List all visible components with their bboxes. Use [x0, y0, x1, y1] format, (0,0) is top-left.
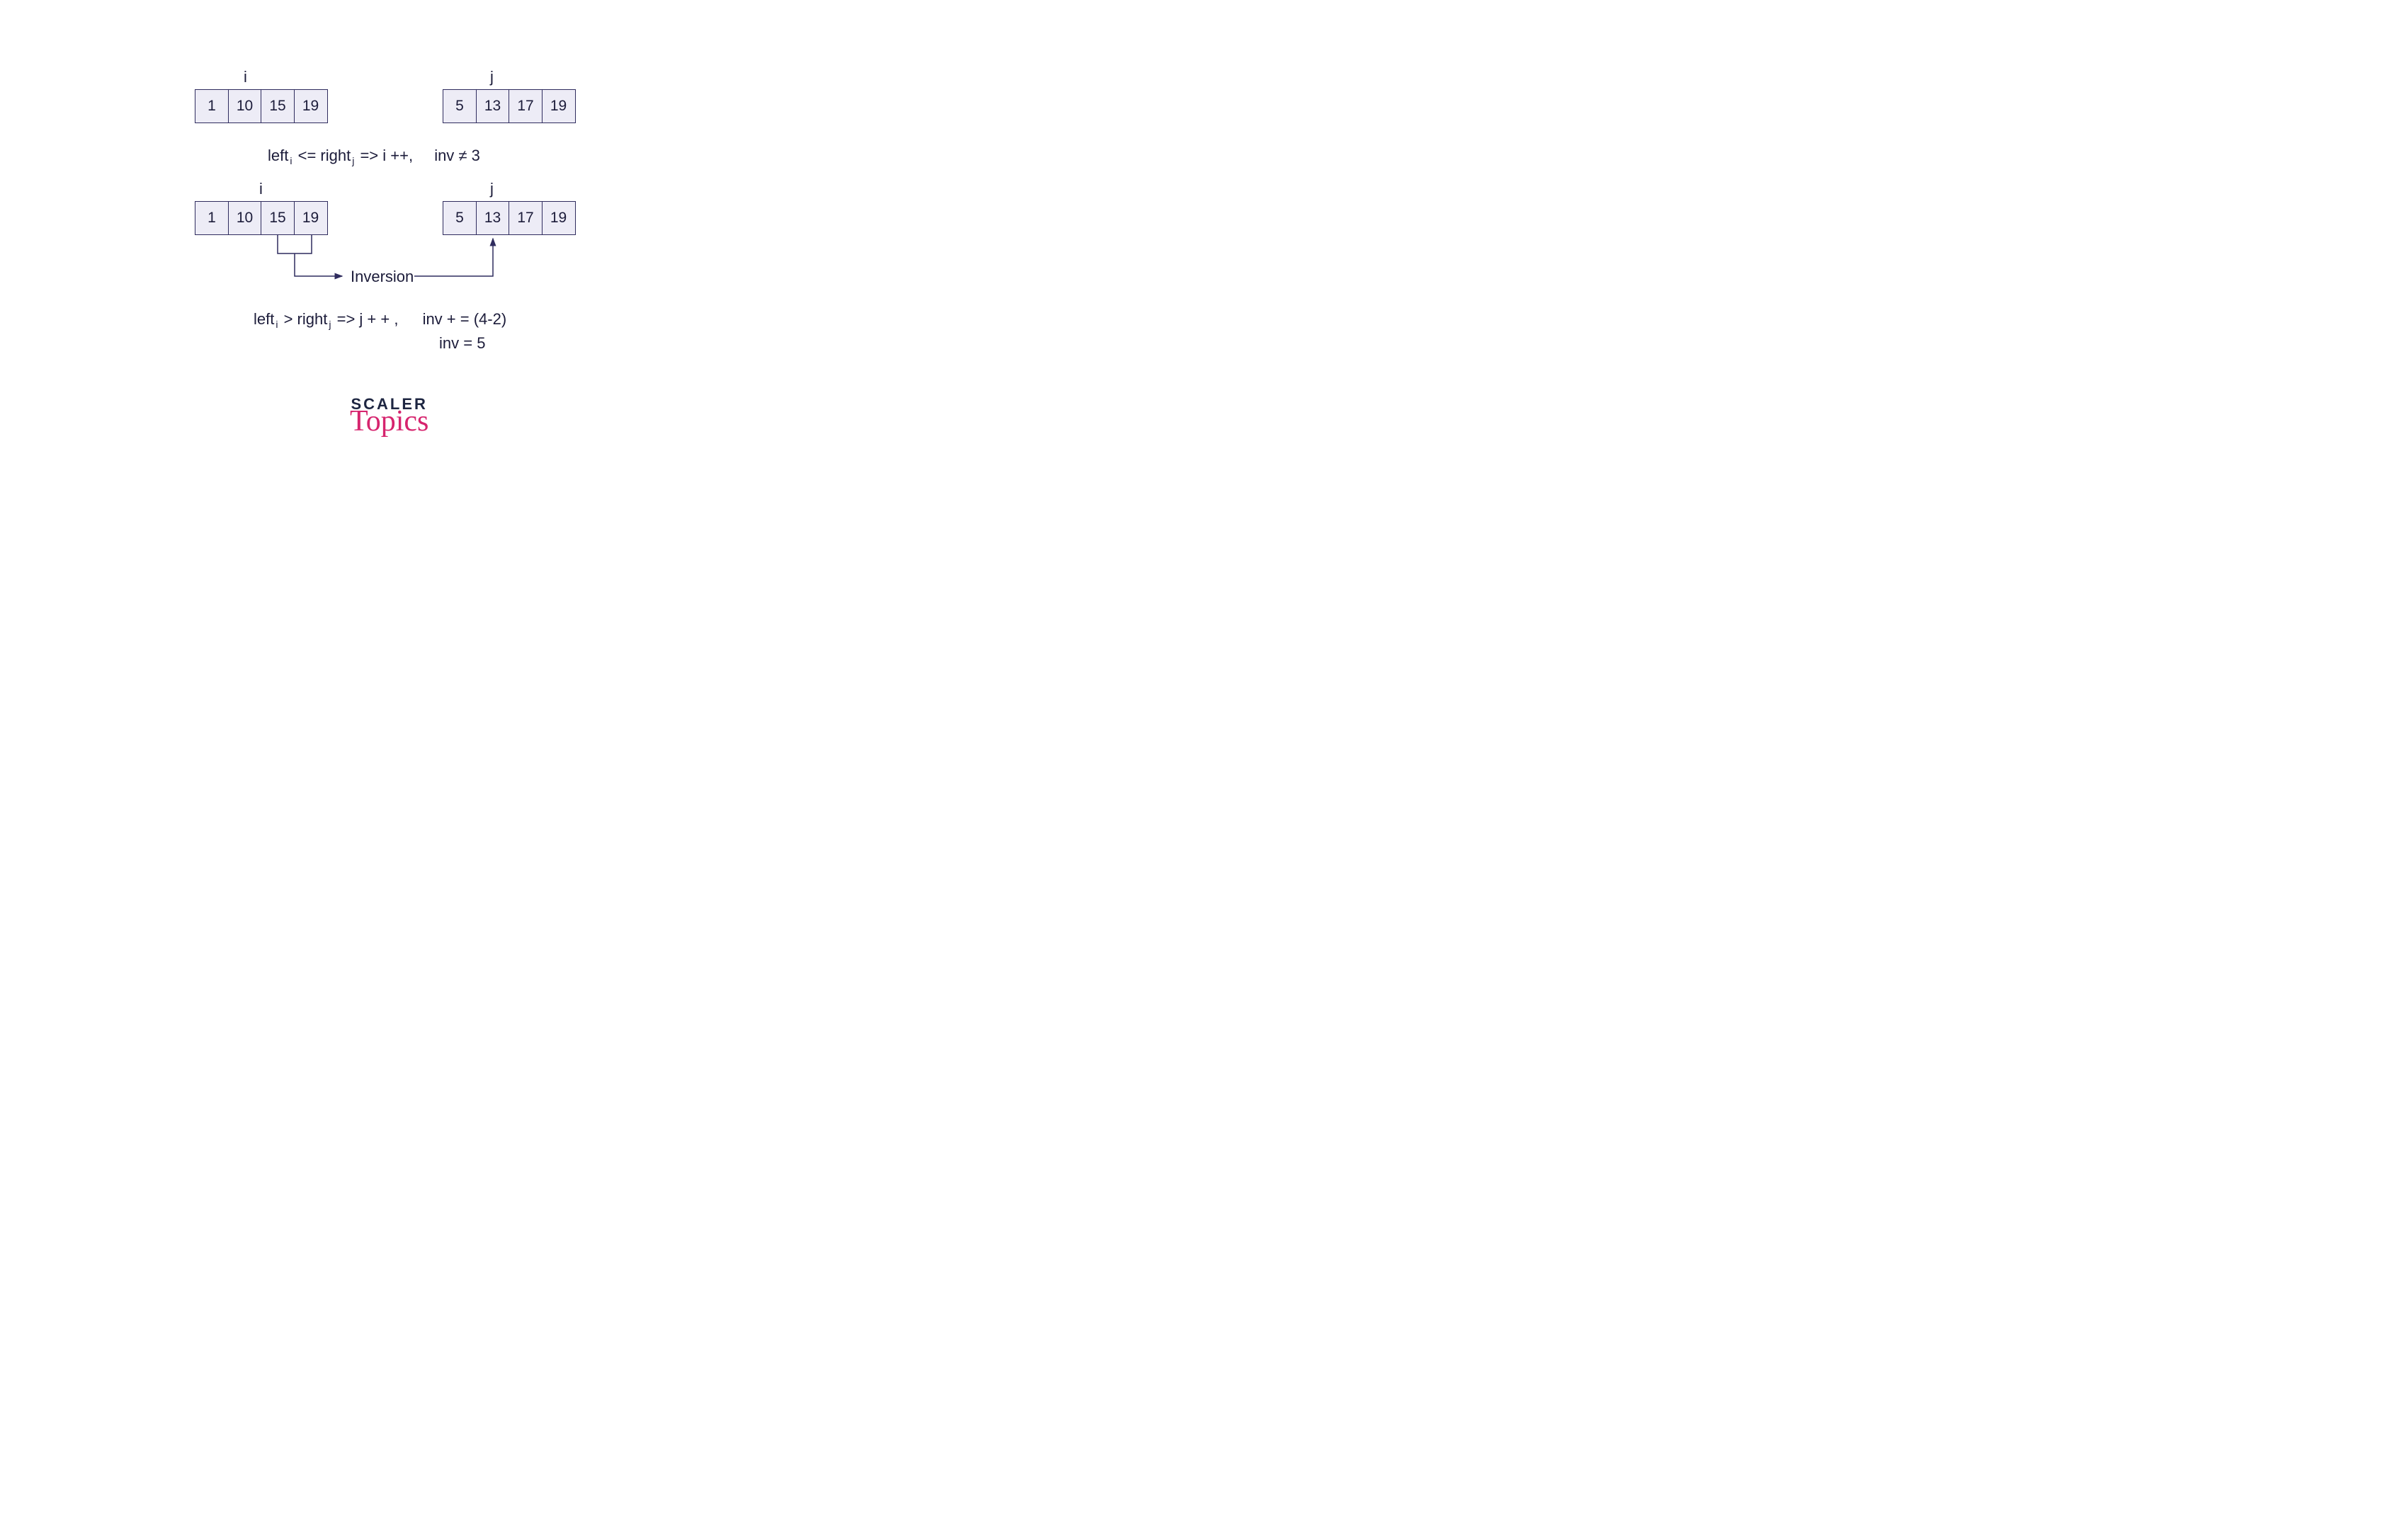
array-cell: 13 — [476, 201, 510, 235]
array-cell: 19 — [294, 201, 328, 235]
array-cell: 10 — [228, 201, 262, 235]
array-cell: 15 — [261, 201, 295, 235]
array-cell: 19 — [542, 89, 576, 123]
formula-line-2a: lefti > rightj => j + + , inv + = (4-2) — [254, 310, 506, 330]
array-cell: 1 — [195, 89, 229, 123]
pointer-j-label-2: j — [490, 180, 494, 198]
logo-topics-text: Topics — [350, 406, 428, 436]
array-cell: 5 — [443, 201, 477, 235]
array-cell: 13 — [476, 89, 510, 123]
inversion-label: Inversion — [351, 268, 414, 286]
array-cell: 10 — [228, 89, 262, 123]
array-cell: 19 — [294, 89, 328, 123]
scaler-topics-logo: SCALER Topics — [350, 395, 428, 436]
right-array-2: 5 13 17 19 — [443, 201, 576, 235]
pointer-i-label-2: i — [259, 180, 263, 198]
array-cell: 17 — [509, 201, 543, 235]
formula-line-2b: inv = 5 — [439, 334, 485, 353]
pointer-j-label: j — [490, 68, 494, 86]
left-array-1: 1 10 15 19 — [195, 89, 328, 123]
diagram-canvas: i j 1 10 15 19 5 13 17 19 lefti <= right… — [0, 0, 963, 611]
array-cell: 5 — [443, 89, 477, 123]
formula-line-1: lefti <= rightj => i ++, inv ≠ 3 — [268, 147, 480, 166]
pointer-i-label: i — [244, 68, 247, 86]
array-cell: 1 — [195, 201, 229, 235]
array-cell: 17 — [509, 89, 543, 123]
array-cell: 15 — [261, 89, 295, 123]
right-array-1: 5 13 17 19 — [443, 89, 576, 123]
array-cell: 19 — [542, 201, 576, 235]
left-array-2: 1 10 15 19 — [195, 201, 328, 235]
